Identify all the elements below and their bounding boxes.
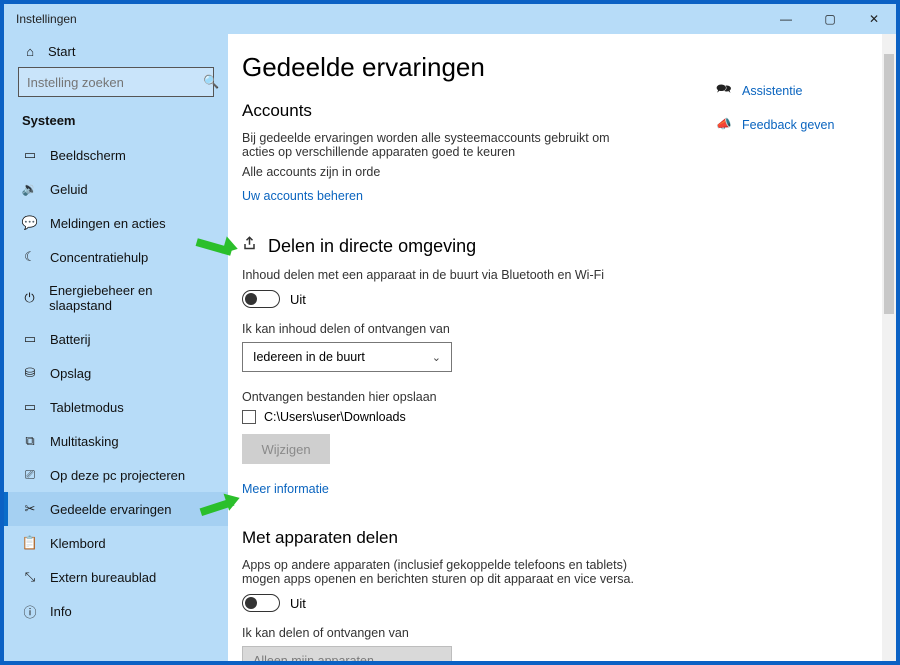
feedback-icon: 📣 bbox=[716, 117, 732, 132]
sidebar-item-label: Gedeelde ervaringen bbox=[50, 502, 171, 517]
home-icon: ⌂ bbox=[22, 44, 38, 59]
save-path: C:\Users\user\Downloads bbox=[264, 410, 406, 424]
sidebar-item-multitasking[interactable]: ⧉ Multitasking bbox=[4, 424, 228, 458]
notifications-icon: 💬 bbox=[22, 215, 38, 231]
help-link[interactable]: 🗪 Assistentie bbox=[716, 80, 886, 101]
sidebar-item-label: Klembord bbox=[50, 536, 106, 551]
chevron-down-icon: ⌄ bbox=[432, 351, 441, 364]
nearby-heading: Delen in directe omgeving bbox=[242, 235, 688, 258]
window-controls: — ▢ ✕ bbox=[764, 4, 896, 34]
save-location-label: Ontvangen bestanden hier opslaan bbox=[242, 390, 642, 404]
sidebar-item-label: Meldingen en acties bbox=[50, 216, 166, 231]
search-input[interactable] bbox=[27, 75, 203, 90]
change-button[interactable]: Wijzigen bbox=[242, 434, 330, 464]
main-panel: Gedeelde ervaringen Accounts Bij gedeeld… bbox=[228, 34, 896, 661]
chevron-down-icon: ⌄ bbox=[432, 655, 441, 662]
battery-icon: ▭ bbox=[22, 331, 38, 347]
maximize-button[interactable]: ▢ bbox=[808, 4, 852, 34]
display-icon: ▭ bbox=[22, 147, 38, 163]
sidebar-item-tabletmodus[interactable]: ▭ Tabletmodus bbox=[4, 390, 228, 424]
titlebar: Instellingen — ▢ ✕ bbox=[4, 4, 896, 34]
cross-toggle-label: Uit bbox=[290, 596, 306, 611]
sidebar-item-label: Tabletmodus bbox=[50, 400, 124, 415]
focus-icon: ☾ bbox=[22, 249, 38, 265]
sidebar-item-energiebeheer-en-slaapstand[interactable]: ⏻ Energiebeheer en slaapstand bbox=[4, 274, 228, 322]
sidebar-item-info[interactable]: ⓘ Info bbox=[4, 594, 228, 628]
info-icon: ⓘ bbox=[22, 603, 38, 619]
window-title: Instellingen bbox=[4, 12, 77, 26]
accounts-desc: Bij gedeelde ervaringen worden alle syst… bbox=[242, 131, 642, 159]
sidebar-item-meldingen-en-acties[interactable]: 💬 Meldingen en acties bbox=[4, 206, 228, 240]
help-icon: 🗪 bbox=[716, 80, 732, 101]
nearby-toggle[interactable] bbox=[242, 290, 280, 308]
minimize-button[interactable]: — bbox=[764, 4, 808, 34]
storage-icon: ⛁ bbox=[22, 365, 38, 381]
page-title: Gedeelde ervaringen bbox=[242, 52, 688, 83]
right-pane: 🗪 Assistentie 📣 Feedback geven bbox=[716, 34, 896, 661]
sidebar-item-opslag[interactable]: ⛁ Opslag bbox=[4, 356, 228, 390]
sidebar-item-label: Extern bureaublad bbox=[50, 570, 156, 585]
nearby-share-select[interactable]: Iedereen in de buurt ⌄ bbox=[242, 342, 452, 372]
cross-toggle[interactable] bbox=[242, 594, 280, 612]
sidebar-item-geluid[interactable]: 🔉 Geluid bbox=[4, 172, 228, 206]
shared-icon: ✂ bbox=[22, 501, 38, 517]
sidebar-item-label: Opslag bbox=[50, 366, 91, 381]
sidebar-item-label: Energiebeheer en slaapstand bbox=[49, 283, 210, 313]
nearby-toggle-label: Uit bbox=[290, 292, 306, 307]
power-icon: ⏻ bbox=[22, 290, 37, 306]
sidebar-item-beeldscherm[interactable]: ▭ Beeldscherm bbox=[4, 138, 228, 172]
sidebar-item-batterij[interactable]: ▭ Batterij bbox=[4, 322, 228, 356]
sidebar-item-label: Batterij bbox=[50, 332, 90, 347]
sidebar-item-gedeelde-ervaringen[interactable]: ✂ Gedeelde ervaringen bbox=[4, 492, 228, 526]
sidebar-group-label: Systeem bbox=[4, 107, 228, 138]
tablet-icon: ▭ bbox=[22, 399, 38, 415]
home-label: Start bbox=[48, 44, 75, 59]
sidebar-item-label: Geluid bbox=[50, 182, 88, 197]
sidebar-item-label: Concentratiehulp bbox=[50, 250, 148, 265]
cross-heading: Met apparaten delen bbox=[242, 528, 688, 548]
sidebar-item-klembord[interactable]: 📋 Klembord bbox=[4, 526, 228, 560]
feedback-link[interactable]: 📣 Feedback geven bbox=[716, 117, 886, 132]
search-box[interactable]: 🔍 bbox=[18, 67, 214, 97]
accounts-heading: Accounts bbox=[242, 101, 688, 121]
sidebar-item-concentratiehulp[interactable]: ☾ Concentratiehulp bbox=[4, 240, 228, 274]
nearby-share-label: Ik kan inhoud delen of ontvangen van bbox=[242, 322, 642, 336]
scrollbar-thumb[interactable] bbox=[884, 54, 894, 314]
nearby-desc: Inhoud delen met een apparaat in de buur… bbox=[242, 268, 642, 282]
folder-icon bbox=[242, 410, 256, 424]
sidebar-item-extern-bureaublad[interactable]: ⤡ Extern bureaublad bbox=[4, 560, 228, 594]
close-button[interactable]: ✕ bbox=[852, 4, 896, 34]
accounts-status: Alle accounts zijn in orde bbox=[242, 165, 642, 179]
save-path-row: C:\Users\user\Downloads bbox=[242, 410, 688, 424]
cross-desc: Apps op andere apparaten (inclusief geko… bbox=[242, 558, 642, 586]
sound-icon: 🔉 bbox=[22, 181, 38, 197]
sidebar-item-label: Op deze pc projecteren bbox=[50, 468, 185, 483]
more-info-link[interactable]: Meer informatie bbox=[242, 482, 329, 496]
manage-accounts-link[interactable]: Uw accounts beheren bbox=[242, 189, 363, 203]
home-link[interactable]: ⌂ Start bbox=[4, 34, 228, 67]
search-icon: 🔍 bbox=[203, 74, 219, 90]
sidebar-item-label: Beeldscherm bbox=[50, 148, 126, 163]
scrollbar[interactable] bbox=[882, 34, 896, 661]
cross-share-label: Ik kan delen of ontvangen van bbox=[242, 626, 642, 640]
sidebar-item-label: Info bbox=[50, 604, 72, 619]
project-icon: ⎚ bbox=[22, 467, 38, 483]
remote-icon: ⤡ bbox=[22, 569, 38, 585]
sidebar: ⌂ Start 🔍 Systeem ▭ Beeldscherm 🔉 Geluid 💬 Me… bbox=[4, 34, 228, 661]
share-icon bbox=[242, 235, 260, 258]
cross-share-select: Alleen mijn apparaten ⌄ bbox=[242, 646, 452, 661]
sidebar-item-op-deze-pc-projecteren[interactable]: ⎚ Op deze pc projecteren bbox=[4, 458, 228, 492]
sidebar-item-label: Multitasking bbox=[50, 434, 119, 449]
clipboard-icon: 📋 bbox=[22, 535, 38, 551]
multitasking-icon: ⧉ bbox=[22, 433, 38, 449]
